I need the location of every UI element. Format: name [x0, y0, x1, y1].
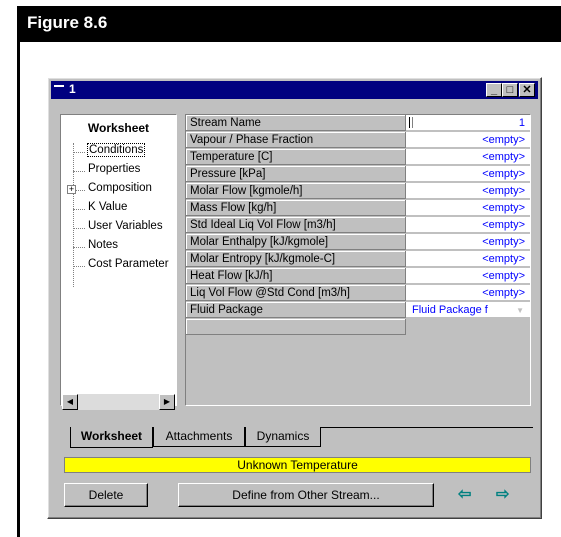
- tree-item-notes[interactable]: Notes: [61, 238, 176, 257]
- row-label: Fluid Package: [186, 302, 406, 318]
- row-label: Liq Vol Flow @Std Cond [m3/h]: [186, 285, 406, 301]
- text-caret: [409, 117, 413, 128]
- window-title: 1: [69, 82, 76, 96]
- value-cell[interactable]: <empty>: [406, 217, 530, 233]
- scroll-left-icon[interactable]: ◀: [62, 394, 78, 410]
- grid-row: Molar Flow [kgmole/h] <empty>: [186, 183, 530, 200]
- tab-dynamics[interactable]: Dynamics: [245, 427, 321, 447]
- row-label: Vapour / Phase Fraction: [186, 132, 406, 148]
- value-cell[interactable]: <empty>: [406, 285, 530, 301]
- tree-item-label: Conditions: [87, 143, 146, 157]
- tree-item-label: Properties: [88, 163, 141, 175]
- grid-row: Stream Name 1: [186, 115, 530, 132]
- row-label: [186, 319, 406, 335]
- row-label: Stream Name: [186, 115, 406, 131]
- tree-item-cost-parameter[interactable]: Cost Parameter: [61, 257, 176, 276]
- tree-item-k-value[interactable]: K Value: [61, 200, 176, 219]
- grid-row: Fluid Package Fluid Package f ▼: [186, 302, 530, 319]
- value-cell[interactable]: [406, 319, 530, 335]
- window-icon: [54, 85, 64, 87]
- value-cell[interactable]: <empty>: [406, 166, 530, 182]
- row-label: Std Ideal Liq Vol Flow [m3/h]: [186, 217, 406, 233]
- tab-worksheet[interactable]: Worksheet: [70, 427, 153, 448]
- grid-row: Molar Enthalpy [kJ/kgmole] <empty>: [186, 234, 530, 251]
- grid-row: Temperature [C] <empty>: [186, 149, 530, 166]
- delete-button[interactable]: Delete: [64, 483, 148, 507]
- minimize-button[interactable]: _: [486, 83, 502, 97]
- grid-row: Molar Entropy [kJ/kgmole-C] <empty>: [186, 251, 530, 268]
- value-cell[interactable]: <empty>: [406, 149, 530, 165]
- row-label: Pressure [kPa]: [186, 166, 406, 182]
- row-label: Heat Flow [kJ/h]: [186, 268, 406, 284]
- row-label: Mass Flow [kg/h]: [186, 200, 406, 216]
- value-cell[interactable]: <empty>: [406, 268, 530, 284]
- tree-item-properties[interactable]: Properties: [61, 162, 176, 181]
- figure-header: Figure 8.6: [17, 6, 561, 42]
- maximize-button[interactable]: □: [502, 83, 518, 97]
- tree-item-label: Composition: [88, 182, 152, 194]
- stream-name-value: 1: [518, 117, 525, 129]
- arrow-right-icon[interactable]: ⇨: [496, 487, 509, 503]
- tree-item-label: K Value: [88, 201, 128, 213]
- fluid-package-value: Fluid Package f: [412, 304, 488, 316]
- tree-horizontal-scrollbar[interactable]: ◀ ▶: [62, 394, 175, 410]
- value-cell[interactable]: <empty>: [406, 183, 530, 199]
- grid-row: [186, 319, 530, 336]
- value-cell[interactable]: <empty>: [406, 200, 530, 216]
- close-button[interactable]: ✕: [519, 83, 535, 97]
- tree-heading: Worksheet: [87, 121, 150, 135]
- row-label: Molar Entropy [kJ/kgmole-C]: [186, 251, 406, 267]
- tree-item-label: Cost Parameter: [88, 258, 169, 270]
- stream-window: 1 _ □ ✕ Worksheet Conditions Properties …: [47, 77, 542, 519]
- row-label: Molar Enthalpy [kJ/kgmole]: [186, 234, 406, 250]
- row-label: Molar Flow [kgmole/h]: [186, 183, 406, 199]
- tree: Conditions Properties + Composition K Va…: [61, 143, 176, 276]
- figure-rule: [17, 42, 20, 537]
- tree-item-user-variables[interactable]: User Variables: [61, 219, 176, 238]
- value-cell[interactable]: <empty>: [406, 132, 530, 148]
- row-label: Temperature [C]: [186, 149, 406, 165]
- stream-name-field[interactable]: 1: [406, 115, 530, 131]
- scroll-right-icon[interactable]: ▶: [159, 394, 175, 410]
- tree-item-label: Notes: [88, 239, 119, 251]
- grid-row: Heat Flow [kJ/h] <empty>: [186, 268, 530, 285]
- title-bar[interactable]: 1 _ □ ✕: [51, 81, 538, 99]
- chevron-down-icon[interactable]: ▼: [516, 303, 524, 317]
- value-cell[interactable]: <empty>: [406, 251, 530, 267]
- arrow-left-icon[interactable]: ⇦: [458, 487, 471, 503]
- value-cell[interactable]: <empty>: [406, 234, 530, 250]
- grid-row: Pressure [kPa] <empty>: [186, 166, 530, 183]
- worksheet-tree-panel: Worksheet Conditions Properties + Compos…: [60, 114, 177, 406]
- grid-row: Liq Vol Flow @Std Cond [m3/h] <empty>: [186, 285, 530, 302]
- figure-title: Figure 8.6: [27, 13, 108, 32]
- tree-item-label: User Variables: [88, 220, 163, 232]
- tab-attachments[interactable]: Attachments: [153, 427, 245, 447]
- tree-item-conditions[interactable]: Conditions: [61, 143, 176, 162]
- tree-item-composition[interactable]: + Composition: [61, 181, 176, 200]
- expand-icon[interactable]: +: [67, 185, 76, 194]
- define-from-other-stream-button[interactable]: Define from Other Stream...: [178, 483, 434, 507]
- grid-row: Vapour / Phase Fraction <empty>: [186, 132, 530, 149]
- status-bar: Unknown Temperature: [64, 457, 531, 473]
- fluid-package-dropdown[interactable]: Fluid Package f ▼: [406, 302, 530, 318]
- grid-row: Std Ideal Liq Vol Flow [m3/h] <empty>: [186, 217, 530, 234]
- conditions-grid: Stream Name 1 Vapour / Phase Fraction <e…: [185, 114, 531, 406]
- grid-row: Mass Flow [kg/h] <empty>: [186, 200, 530, 217]
